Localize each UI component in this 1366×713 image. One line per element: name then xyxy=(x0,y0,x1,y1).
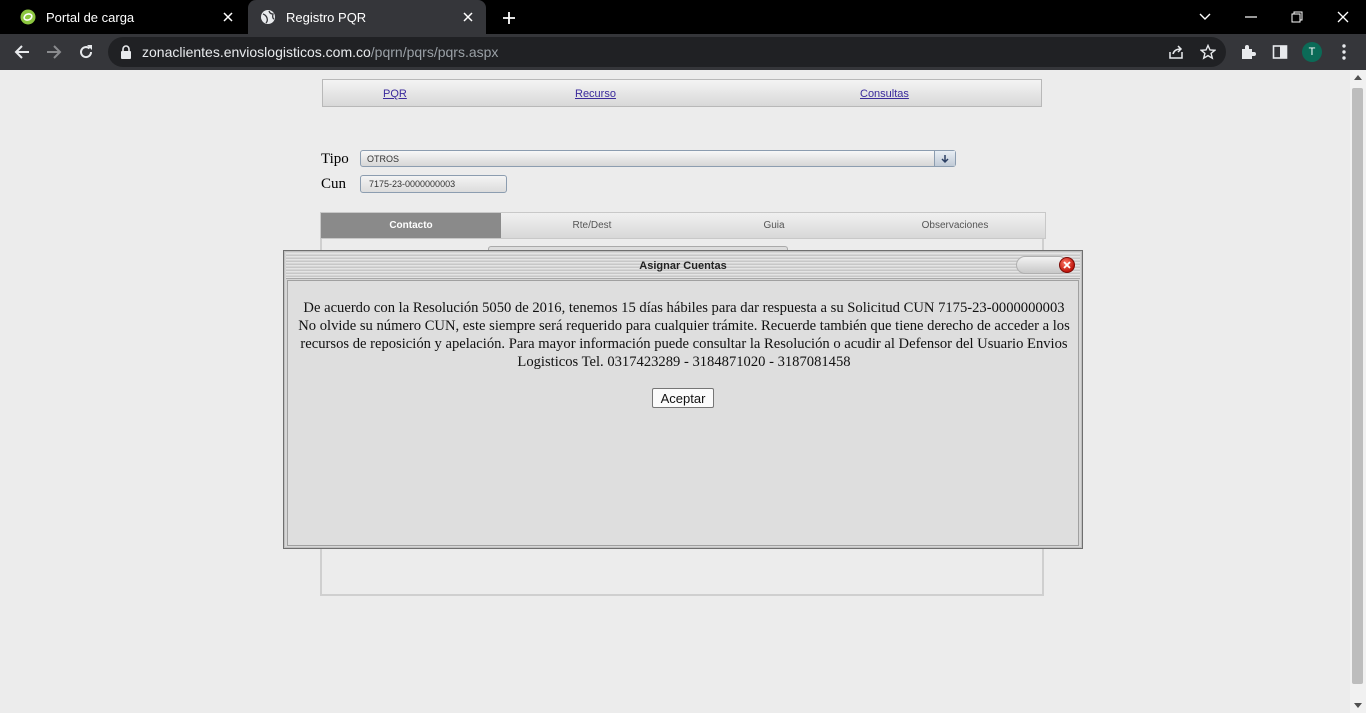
url-path: /pqrn/pqrs/pqrs.aspx xyxy=(370,44,499,60)
close-tab-icon[interactable] xyxy=(460,9,476,25)
tab-contacto[interactable]: Contacto xyxy=(321,213,501,238)
close-tab-icon[interactable] xyxy=(220,9,236,25)
aceptar-button[interactable]: Aceptar xyxy=(652,388,714,408)
dropdown-arrow-icon[interactable] xyxy=(934,151,955,166)
side-panel-icon[interactable] xyxy=(1268,40,1292,64)
scroll-up-icon[interactable] xyxy=(1354,75,1362,80)
form-tab-strip: Contacto Rte/Dest Guia Observaciones xyxy=(320,212,1046,239)
tab-title: Registro PQR xyxy=(286,9,367,25)
lock-icon[interactable] xyxy=(118,44,134,60)
profile-avatar[interactable]: T xyxy=(1302,42,1322,62)
tab-observaciones[interactable]: Observaciones xyxy=(865,213,1045,238)
dialog-titlebar[interactable]: Asignar Cuentas xyxy=(286,253,1080,279)
menu-link-pqr[interactable]: PQR xyxy=(383,88,407,100)
scroll-down-icon[interactable] xyxy=(1354,703,1362,708)
tab-search-chevron-icon[interactable] xyxy=(1194,6,1216,28)
reload-icon[interactable] xyxy=(74,40,98,64)
menu-link-recurso[interactable]: Recurso xyxy=(575,88,616,100)
browser-toolbar: zonaclientes.envioslogisticos.com.co/pqr… xyxy=(0,34,1366,70)
browser-tab-strip: Portal de carga Registro PQR xyxy=(0,0,1366,34)
tab-title: Portal de carga xyxy=(46,9,135,25)
extensions-puzzle-icon[interactable] xyxy=(1236,40,1260,64)
dialog-message: De acuerdo con la Resolución 5050 de 201… xyxy=(298,300,1070,370)
share-icon[interactable] xyxy=(1167,43,1185,61)
cun-label: Cun xyxy=(321,176,347,192)
new-tab-icon[interactable] xyxy=(498,7,520,29)
minimize-icon[interactable] xyxy=(1240,6,1262,28)
tipo-label: Tipo xyxy=(321,151,349,167)
tipo-select-value: OTROS xyxy=(367,154,400,164)
close-icon[interactable] xyxy=(1059,257,1075,273)
dialog-body: De acuerdo con la Resolución 5050 de 201… xyxy=(287,280,1079,546)
portal-favicon-icon xyxy=(20,9,36,25)
menu-link-consultas[interactable]: Consultas xyxy=(860,88,909,100)
url-host: zonaclientes.envioslogisticos.com.co xyxy=(142,44,371,60)
tab-guia[interactable]: Guia xyxy=(683,213,865,238)
cun-field[interactable]: 7175-23-0000000003 xyxy=(360,175,507,193)
globe-icon xyxy=(260,9,276,25)
bookmark-star-icon[interactable] xyxy=(1199,43,1217,61)
back-arrow-icon[interactable] xyxy=(10,40,34,64)
close-window-icon[interactable] xyxy=(1332,6,1354,28)
asignar-cuentas-dialog: Asignar Cuentas De acuerdo con la Resolu… xyxy=(283,250,1083,549)
browser-tab-registro-pqr[interactable]: Registro PQR xyxy=(248,0,486,34)
page-viewport: PQR Recurso Consultas Tipo OTROS Cun 717… xyxy=(0,70,1350,713)
more-menu-icon[interactable] xyxy=(1332,40,1356,64)
tipo-select[interactable]: OTROS xyxy=(360,150,956,167)
top-menu-bar: PQR Recurso Consultas xyxy=(322,79,1042,107)
address-bar[interactable]: zonaclientes.envioslogisticos.com.co/pqr… xyxy=(108,37,1226,67)
browser-tab-portal-de-carga[interactable]: Portal de carga xyxy=(8,0,246,34)
scrollbar-thumb[interactable] xyxy=(1352,88,1363,684)
page-scrollbar[interactable] xyxy=(1350,70,1366,713)
url-text[interactable]: zonaclientes.envioslogisticos.com.co/pqr… xyxy=(142,44,498,60)
dialog-title: Asignar Cuentas xyxy=(639,260,727,272)
tab-rte-dest[interactable]: Rte/Dest xyxy=(501,213,683,238)
restore-window-icon[interactable] xyxy=(1286,6,1308,28)
forward-arrow-icon[interactable] xyxy=(42,40,66,64)
